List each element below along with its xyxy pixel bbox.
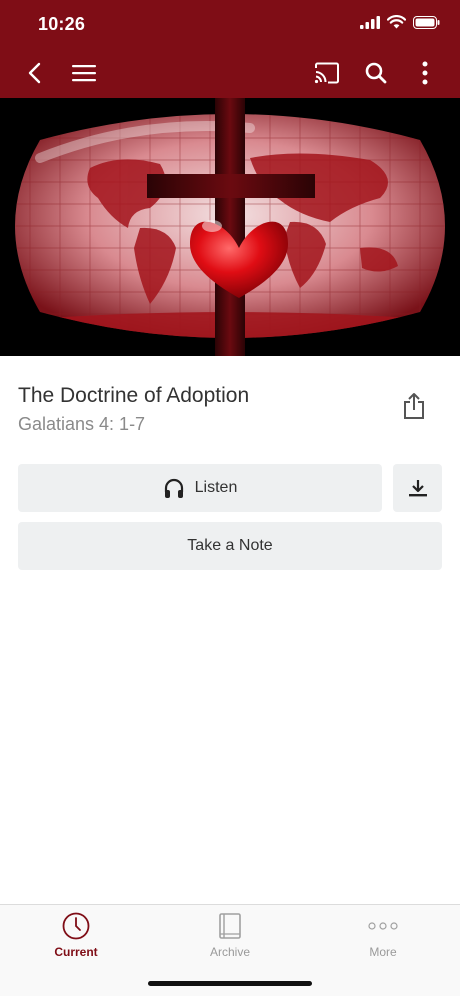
sermon-info: The Doctrine of Adoption Galatians 4: 1-… <box>0 356 460 456</box>
headphones-icon <box>164 478 183 498</box>
tab-current[interactable]: Current <box>16 905 136 969</box>
hamburger-menu-icon <box>72 65 96 82</box>
search-button[interactable] <box>354 48 398 98</box>
cellular-signal-icon <box>360 15 380 29</box>
cross-heart-globe-image <box>0 98 460 356</box>
sermon-title: The Doctrine of Adoption <box>18 384 250 407</box>
tab-archive-label: Archive <box>209 945 250 959</box>
battery-icon <box>413 15 440 29</box>
listen-label: Listen <box>194 479 238 496</box>
download-button[interactable] <box>393 464 442 512</box>
tab-current-label: Current <box>54 945 98 959</box>
cast-icon <box>314 62 339 84</box>
tab-archive[interactable]: Archive <box>170 905 290 969</box>
more-dots-icon <box>368 922 398 930</box>
vertical-ellipsis-icon <box>422 61 428 85</box>
download-icon <box>408 480 427 497</box>
menu-button[interactable] <box>62 48 106 98</box>
nav-bar <box>0 48 460 98</box>
clock-icon <box>62 912 90 940</box>
share-button[interactable] <box>398 390 430 422</box>
chevron-left-icon <box>28 62 41 84</box>
cast-button[interactable] <box>305 48 349 98</box>
listen-button[interactable]: Listen <box>18 464 382 512</box>
status-time: 10:26 <box>38 14 86 34</box>
share-icon <box>404 393 424 419</box>
back-button[interactable] <box>12 48 56 98</box>
take-note-button[interactable]: Take a Note <box>18 522 442 570</box>
scripture-reference: Galatians 4: 1-7 <box>18 414 146 434</box>
status-icons <box>360 15 440 29</box>
tab-more-label: More <box>369 945 397 959</box>
more-options-button[interactable] <box>403 48 447 98</box>
sermon-artwork <box>0 98 460 356</box>
search-icon <box>365 62 387 84</box>
wifi-icon <box>387 15 406 29</box>
home-indicator <box>148 981 312 986</box>
tab-more[interactable]: More <box>323 905 443 969</box>
book-icon <box>219 913 241 939</box>
status-bar: 10:26 <box>0 0 460 48</box>
